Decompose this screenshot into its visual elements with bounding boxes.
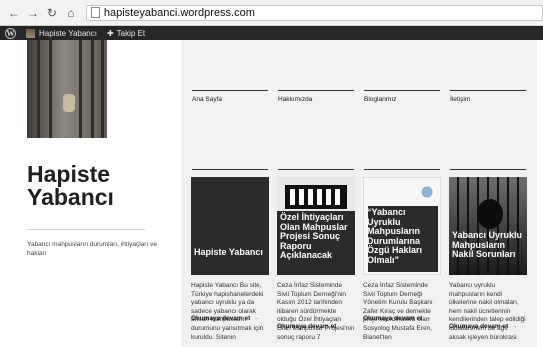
post-thumbnail-title[interactable]: Hapiste Yabancı: [194, 247, 266, 258]
post-thumbnail-title[interactable]: Yabancı Uyruklu Mahpusların Nakil Sorunl…: [452, 230, 524, 260]
post-excerpt: Ceza İnfaz Sisteminde Sivil Toplum Derne…: [363, 282, 433, 341]
home-icon[interactable]: ⌂: [63, 6, 79, 20]
main-content: Ana Sayfa Hakkımızda Bloglarımız İletişi…: [181, 40, 537, 347]
read-more-link[interactable]: Okumaya devam et →: [191, 315, 271, 322]
nav-item-home[interactable]: Ana Sayfa: [192, 90, 268, 103]
admin-bar-site-link[interactable]: Hapiste Yabancı: [39, 29, 97, 38]
post-thumbnail[interactable]: Hapiste Yabancı: [191, 177, 269, 275]
post-excerpt: Ceza İnfaz Sisteminde Sivil Toplum Derne…: [277, 282, 355, 341]
read-more-label: Okumaya devam et: [277, 323, 337, 330]
divider: [27, 229, 145, 230]
header-image[interactable]: [27, 40, 107, 138]
follow-button[interactable]: Takip Et: [117, 29, 145, 38]
url-text: hapisteyabanci.wordpress.com: [103, 6, 255, 19]
post-thumbnail-title[interactable]: “Yabancı Uyruklu Mahpusların Durumlarına…: [367, 207, 437, 265]
read-more-link[interactable]: Okumaya devam et →: [449, 323, 529, 330]
browser-toolbar: ← → ↻ ⌂ hapisteyabanci.wordpress.com: [0, 0, 543, 26]
post-excerpt: Hapiste Yabancı Bu site, Türkiye hapisha…: [191, 282, 264, 341]
post-thumbnail[interactable]: “Yabancı Uyruklu Mahpusların Durumlarına…: [363, 177, 441, 275]
forward-arrow-icon[interactable]: →: [25, 6, 41, 20]
follow-plus-icon: ✚: [106, 28, 114, 38]
divider: [278, 169, 354, 170]
arrow-right-icon: →: [425, 315, 432, 322]
nav-item-about[interactable]: Hakkımızda: [278, 90, 354, 103]
nav-item-contact[interactable]: İletişim: [450, 90, 526, 103]
arrow-right-icon: →: [339, 323, 346, 330]
divider: [450, 169, 526, 170]
post-thumbnail[interactable]: Yabancı Uyruklu Mahpusların Nakil Sorunl…: [449, 177, 527, 275]
divider: [364, 169, 440, 170]
nav-item-blogs[interactable]: Bloglarımız: [364, 90, 440, 103]
address-bar[interactable]: hapisteyabanci.wordpress.com: [85, 4, 543, 21]
read-more-label: Okumaya devam et: [363, 315, 423, 322]
read-more-label: Okumaya devam et: [449, 323, 509, 330]
logo-image: [416, 181, 438, 203]
site-tagline: Yabancı mahpusların durumları, ihtiyaçla…: [27, 241, 157, 257]
arrow-right-icon: →: [253, 315, 260, 322]
hand-on-bars-image: [63, 94, 75, 112]
read-more-label: Okumaya devam et: [191, 315, 251, 322]
wordpress-logo-icon[interactable]: W: [5, 27, 16, 39]
post-thumbnail-title[interactable]: Özel İhtiyaçları Olan Mahpuslar Projesi …: [280, 212, 352, 261]
read-more-link[interactable]: Okumaya devam et →: [277, 323, 357, 330]
page-icon: [90, 7, 100, 18]
site-title[interactable]: Hapiste Yabancı: [27, 163, 167, 209]
wp-admin-bar: W Hapiste Yabancı ✚ Takip Et: [0, 26, 543, 40]
silhouette-image: [477, 199, 503, 229]
back-arrow-icon[interactable]: ←: [6, 6, 22, 20]
site-avatar-icon: [26, 28, 35, 38]
post-thumbnail[interactable]: Özel İhtiyaçları Olan Mahpuslar Projesi …: [277, 177, 355, 275]
arrow-right-icon: →: [511, 323, 518, 330]
reload-icon[interactable]: ↻: [44, 6, 60, 20]
read-more-link[interactable]: Okumaya devam et →: [363, 315, 443, 322]
post-excerpt: Yabancı uyruklu mahpusların kendi ülkele…: [449, 282, 526, 341]
divider: [192, 169, 268, 170]
